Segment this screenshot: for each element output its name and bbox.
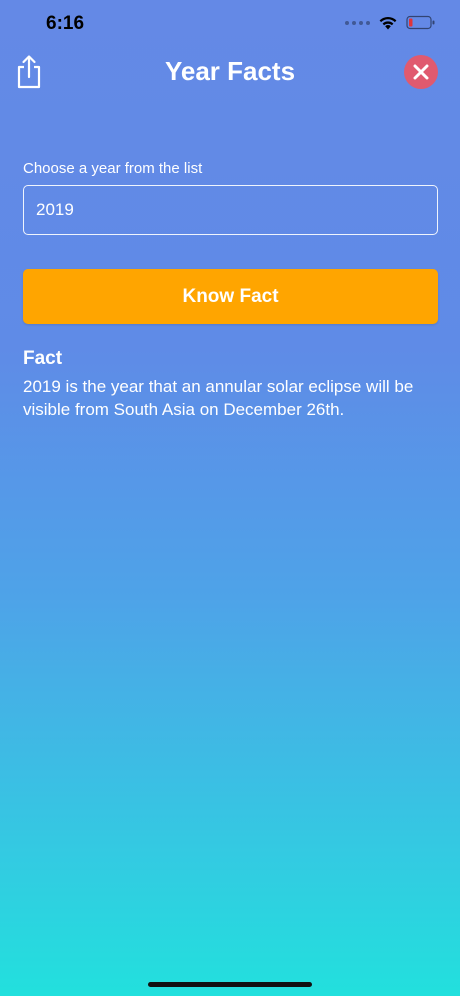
year-field-label: Choose a year from the list [23, 160, 203, 177]
battery-low-icon [406, 15, 435, 30]
header: Year Facts [0, 50, 460, 96]
status-time: 6:16 [46, 13, 85, 34]
page-title: Year Facts [164, 56, 296, 86]
fact-text: 2019 is the year that an annular solar e… [23, 377, 414, 419]
year-input[interactable] [23, 185, 438, 235]
close-button[interactable] [404, 55, 438, 89]
signal-dots-icon [345, 20, 370, 25]
home-indicator[interactable] [148, 982, 312, 987]
fact-heading: Fact [23, 348, 63, 369]
status-icons [345, 15, 436, 30]
status-bar: 6:16 [0, 0, 460, 50]
close-icon [413, 64, 429, 80]
know-fact-button[interactable]: Know Fact [23, 269, 438, 324]
wifi-icon [379, 16, 397, 30]
